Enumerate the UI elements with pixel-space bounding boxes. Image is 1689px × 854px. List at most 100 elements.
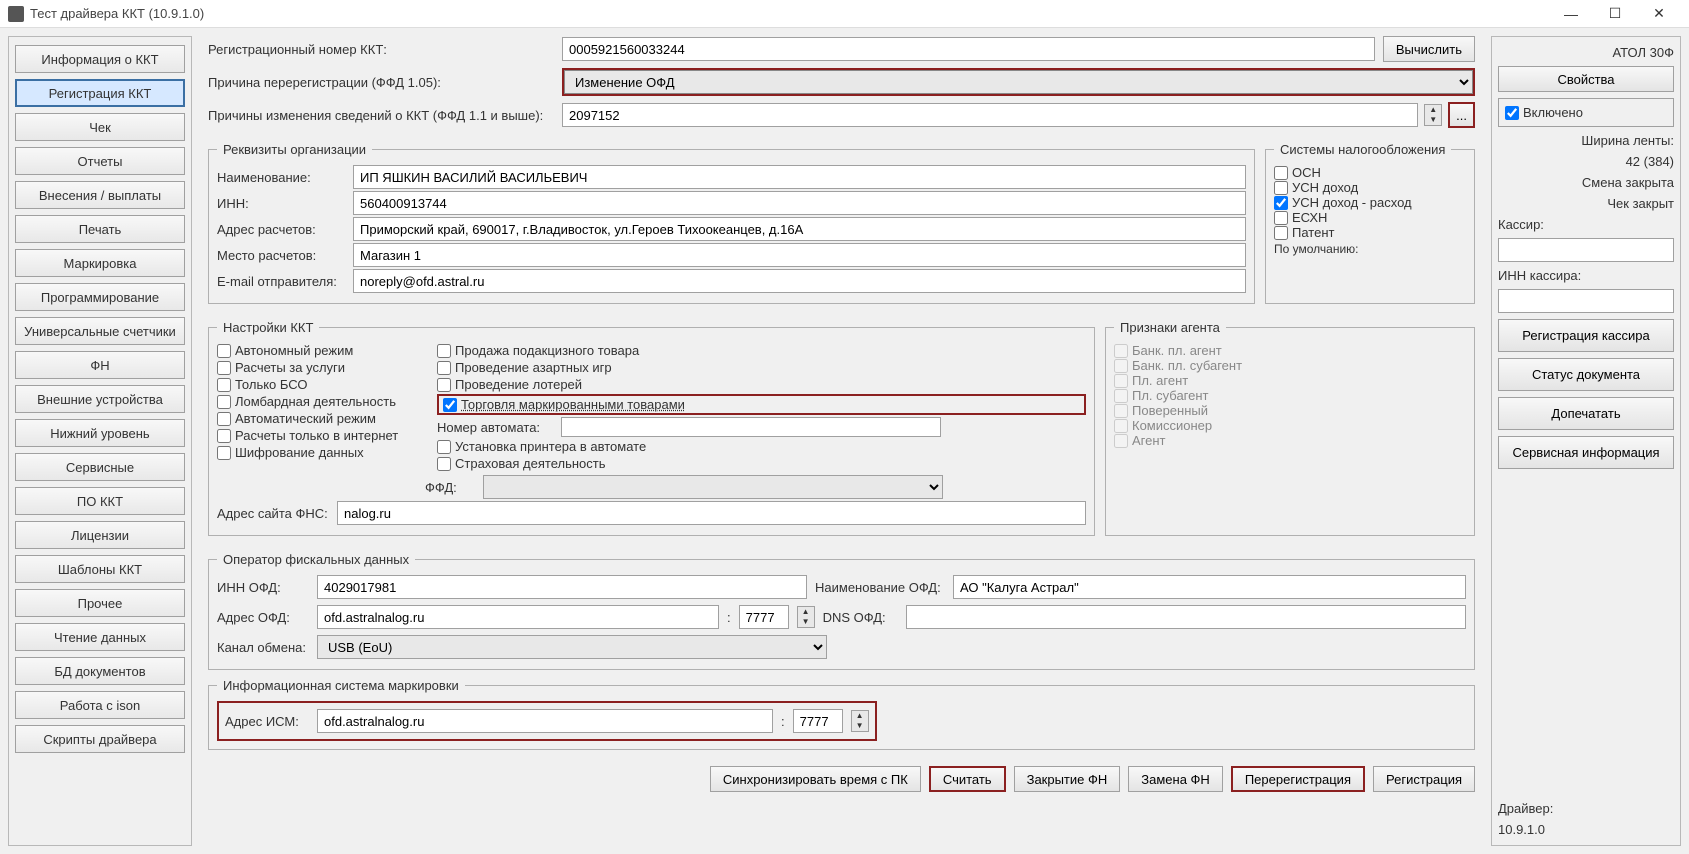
ffd-select[interactable] xyxy=(483,475,943,499)
nav-item-20[interactable]: Скрипты драйвера xyxy=(15,725,185,753)
kkt-col2-1[interactable]: Проведение азартных игр xyxy=(437,360,1086,375)
enabled-checkbox-input[interactable] xyxy=(1505,106,1519,120)
titlebar: Тест драйвера ККТ (10.9.1.0) — ☐ ✕ xyxy=(0,0,1689,28)
close-button[interactable]: ✕ xyxy=(1637,3,1681,25)
right-btn-3[interactable]: Сервисная информация xyxy=(1498,436,1674,469)
agent-option-0[interactable]: Банк. пл. агент xyxy=(1114,343,1466,358)
reg-num-input[interactable] xyxy=(562,37,1375,61)
window-title: Тест драйвера ККТ (10.9.1.0) xyxy=(30,6,1549,21)
nav-item-3[interactable]: Отчеты xyxy=(15,147,185,175)
nav-item-17[interactable]: Чтение данных xyxy=(15,623,185,651)
nav-item-8[interactable]: Универсальные счетчики xyxy=(15,317,185,345)
org-place-input[interactable] xyxy=(353,243,1246,267)
kkt-col1-5[interactable]: Расчеты только в интернет xyxy=(217,428,417,443)
nav-item-5[interactable]: Печать xyxy=(15,215,185,243)
nav-item-15[interactable]: Шаблоны ККТ xyxy=(15,555,185,583)
calculate-button[interactable]: Вычислить xyxy=(1383,36,1475,62)
footer-btn-4[interactable]: Перерегистрация xyxy=(1231,766,1365,792)
nav-item-18[interactable]: БД документов xyxy=(15,657,185,685)
footer-btn-1[interactable]: Считать xyxy=(929,766,1006,792)
nav-item-14[interactable]: Лицензии xyxy=(15,521,185,549)
tax-option-3[interactable]: ЕСХН xyxy=(1274,210,1466,225)
enabled-checkbox[interactable]: Включено xyxy=(1498,98,1674,127)
reasons-more-button[interactable]: ... xyxy=(1448,102,1475,128)
properties-button[interactable]: Свойства xyxy=(1498,66,1674,92)
kkt-col1-3[interactable]: Ломбардная деятельность xyxy=(217,394,417,409)
tax-option-2[interactable]: УСН доход - расход xyxy=(1274,195,1466,210)
reason-select[interactable]: Изменение ОФД xyxy=(564,70,1473,94)
cashier-input[interactable] xyxy=(1498,238,1674,262)
ofd-port-spinner[interactable]: ▲▼ xyxy=(797,606,815,628)
footer-btn-0[interactable]: Синхронизировать время с ПК xyxy=(710,766,921,792)
tax-option-4[interactable]: Патент xyxy=(1274,225,1466,240)
org-name-input[interactable] xyxy=(353,165,1246,189)
nav-item-13[interactable]: ПО ККТ xyxy=(15,487,185,515)
agent-option-3[interactable]: Пл. субагент xyxy=(1114,388,1466,403)
agent-fieldset: Признаки агента Банк. пл. агент Банк. пл… xyxy=(1105,320,1475,536)
ofd-channel-label: Канал обмена: xyxy=(217,640,309,655)
ofd-port-input[interactable] xyxy=(739,605,789,629)
nav-item-16[interactable]: Прочее xyxy=(15,589,185,617)
footer-btn-2[interactable]: Закрытие ФН xyxy=(1014,766,1121,792)
nav-item-1[interactable]: Регистрация ККТ xyxy=(15,79,185,107)
ofd-channel-select[interactable]: USB (EoU) xyxy=(317,635,827,659)
agent-option-1[interactable]: Банк. пл. субагент xyxy=(1114,358,1466,373)
nav-item-4[interactable]: Внесения / выплаты xyxy=(15,181,185,209)
kkt-col1-2[interactable]: Только БСО xyxy=(217,377,417,392)
right-btn-0[interactable]: Регистрация кассира xyxy=(1498,319,1674,352)
fns-input[interactable] xyxy=(337,501,1086,525)
org-addr-input[interactable] xyxy=(353,217,1246,241)
kkt-col1-0[interactable]: Автономный режим xyxy=(217,343,417,358)
kkt-col2-3[interactable]: Торговля маркированными товарами xyxy=(437,394,1086,415)
ism-addr-input[interactable] xyxy=(317,709,773,733)
kkt-col2-2[interactable]: Проведение лотерей xyxy=(437,377,1086,392)
org-place-label: Место расчетов: xyxy=(217,248,345,263)
kkt-col2-4[interactable]: Номер автомата: xyxy=(437,417,1086,437)
ism-addr-label: Адрес ИСМ: xyxy=(225,714,309,729)
kkt-col1-1[interactable]: Расчеты за услуги xyxy=(217,360,417,375)
ism-port-spinner[interactable]: ▲▼ xyxy=(851,710,869,732)
nav-item-19[interactable]: Работа с ison xyxy=(15,691,185,719)
tax-option-1[interactable]: УСН доход xyxy=(1274,180,1466,195)
right-btn-2[interactable]: Допечатать xyxy=(1498,397,1674,430)
maximize-button[interactable]: ☐ xyxy=(1593,3,1637,25)
org-email-label: E-mail отправителя: xyxy=(217,274,345,289)
ofd-legend: Оператор фискальных данных xyxy=(217,552,415,567)
cashier-inn-input[interactable] xyxy=(1498,289,1674,313)
kkt-col1-4[interactable]: Автоматический режим xyxy=(217,411,417,426)
nav-item-11[interactable]: Нижний уровень xyxy=(15,419,185,447)
reasons11-input[interactable] xyxy=(562,103,1418,127)
footer-btn-5[interactable]: Регистрация xyxy=(1373,766,1475,792)
reason-label: Причина перерегистрации (ФФД 1.05): xyxy=(208,75,554,90)
org-email-input[interactable] xyxy=(353,269,1246,293)
kkt-col2-0[interactable]: Продажа подакцизного товара xyxy=(437,343,1086,358)
agent-option-6[interactable]: Агент xyxy=(1114,433,1466,448)
nav-item-6[interactable]: Маркировка xyxy=(15,249,185,277)
ofd-dns-input[interactable] xyxy=(906,605,1466,629)
ofd-name-input[interactable] xyxy=(953,575,1466,599)
nav-item-10[interactable]: Внешние устройства xyxy=(15,385,185,413)
minimize-button[interactable]: — xyxy=(1549,3,1593,25)
agent-option-4[interactable]: Поверенный xyxy=(1114,403,1466,418)
reg-num-label: Регистрационный номер ККТ: xyxy=(208,42,554,57)
tax-option-0[interactable]: ОСН xyxy=(1274,165,1466,180)
ism-port-input[interactable] xyxy=(793,709,843,733)
ofd-addr-input[interactable] xyxy=(317,605,719,629)
right-btn-1[interactable]: Статус документа xyxy=(1498,358,1674,391)
ofd-inn-input[interactable] xyxy=(317,575,807,599)
org-inn-input[interactable] xyxy=(353,191,1246,215)
agent-option-2[interactable]: Пл. агент xyxy=(1114,373,1466,388)
kkt-col2-6[interactable]: Страховая деятельность xyxy=(437,456,1086,471)
reasons11-spinner[interactable]: ▲▼ xyxy=(1424,104,1442,126)
nav-item-7[interactable]: Программирование xyxy=(15,283,185,311)
footer-bar: Синхронизировать время с ПК Считать Закрыт… xyxy=(208,766,1475,792)
footer-btn-3[interactable]: Замена ФН xyxy=(1128,766,1223,792)
kkt-col1-6[interactable]: Шифрование данных xyxy=(217,445,417,460)
ofd-name-label: Наименование ОФД: xyxy=(815,580,945,595)
nav-item-2[interactable]: Чек xyxy=(15,113,185,141)
nav-item-0[interactable]: Информация о ККТ xyxy=(15,45,185,73)
nav-item-12[interactable]: Сервисные xyxy=(15,453,185,481)
kkt-col2-5[interactable]: Установка принтера в автомате xyxy=(437,439,1086,454)
nav-item-9[interactable]: ФН xyxy=(15,351,185,379)
agent-option-5[interactable]: Комиссионер xyxy=(1114,418,1466,433)
